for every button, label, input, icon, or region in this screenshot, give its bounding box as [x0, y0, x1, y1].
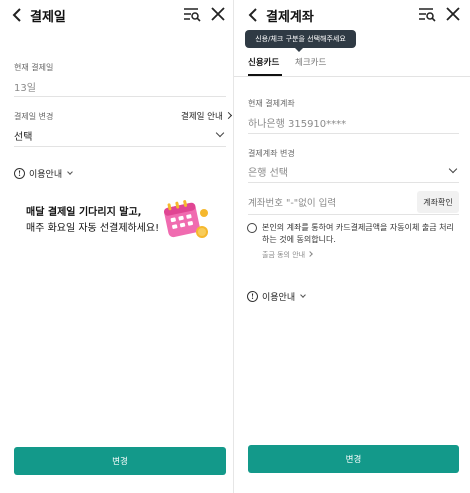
promo-line-2: 매주 화요일 자동 선결제하세요! — [26, 223, 160, 234]
current-account-value: 하나은행 315910**** — [248, 119, 347, 130]
tab-divider — [234, 76, 470, 77]
card-type-tooltip: 신용/체크 구분을 선택해주세요 — [245, 30, 356, 52]
usage-info-label: 이용안내 — [262, 293, 296, 303]
menu-search-icon[interactable] — [183, 6, 201, 22]
change-account-button[interactable]: 변경 — [248, 445, 459, 473]
withdrawal-guide-link[interactable]: 출금 동의 안내 — [262, 250, 313, 260]
chevron-right-icon — [224, 111, 232, 120]
header: 결제일 — [0, 0, 233, 30]
divider — [248, 214, 459, 215]
current-date-label: 현재 결제일 — [14, 63, 54, 72]
menu-search-icon[interactable] — [418, 6, 436, 22]
verify-account-button[interactable]: 계좌확인 — [417, 191, 459, 213]
date-select-value: 선택 — [14, 132, 33, 143]
bank-select[interactable]: 은행 선택 — [248, 160, 459, 182]
payment-date-panel: 결제일 현재 결제일 13일 결제일 변경 결제일 안내 선택 ! 이용안내 매… — [0, 0, 234, 493]
info-icon: ! — [14, 168, 25, 179]
bank-select-placeholder: 은행 선택 — [248, 168, 288, 179]
change-date-button[interactable]: 변경 — [14, 447, 226, 475]
divider — [14, 146, 226, 147]
back-icon[interactable] — [246, 6, 262, 24]
agree-radio[interactable] — [247, 223, 257, 233]
change-date-label: 결제일 변경 — [14, 112, 54, 121]
chevron-down-icon — [300, 291, 306, 298]
info-icon: ! — [247, 291, 258, 302]
current-date-value: 13일 — [14, 83, 36, 94]
calendar-icon — [163, 200, 208, 238]
agree-text: 본인의 계좌를 통하여 카드결제금액을 자동이체 출금 처리하는 것에 동의합니… — [262, 223, 454, 244]
chevron-down-icon — [215, 128, 225, 138]
account-number-input[interactable]: 계좌번호 "-"없이 입력 — [248, 191, 414, 213]
usage-info-toggle[interactable]: ! 이용안내 — [14, 167, 73, 180]
date-guide-link[interactable]: 결제일 안내 — [181, 110, 232, 122]
header: 결제계좌 — [234, 0, 470, 30]
date-select[interactable]: 선택 — [14, 124, 226, 146]
page-title: 결제일 — [30, 10, 66, 25]
withdrawal-guide-text: 출금 동의 안내 — [262, 251, 306, 259]
page-title: 결제계좌 — [266, 10, 314, 25]
current-account-label: 현재 결제계좌 — [248, 99, 295, 108]
divider — [248, 133, 459, 134]
usage-info-toggle[interactable]: ! 이용안내 — [247, 290, 306, 303]
tab-check-card[interactable]: 체크카드 — [295, 56, 326, 68]
promo-text: 매달 결제일 기다리지 말고, 매주 화요일 자동 선결제하세요! — [26, 205, 159, 237]
account-number-placeholder: 계좌번호 "-"없이 입력 — [248, 198, 337, 209]
active-tab-indicator — [248, 74, 282, 76]
usage-info-label: 이용안내 — [29, 170, 63, 180]
change-account-label: 결제계좌 변경 — [248, 149, 295, 158]
back-icon[interactable] — [10, 6, 26, 24]
divider — [14, 96, 226, 97]
date-guide-link-text: 결제일 안내 — [181, 112, 223, 122]
tab-credit-card[interactable]: 신용카드 — [248, 56, 279, 68]
chevron-right-icon — [307, 251, 313, 257]
promo-line-1: 매달 결제일 기다리지 말고, — [26, 207, 142, 218]
chevron-down-icon — [67, 168, 73, 175]
close-icon[interactable] — [211, 7, 225, 21]
chevron-down-icon — [448, 164, 458, 174]
divider — [248, 182, 459, 183]
close-icon[interactable] — [446, 7, 460, 21]
